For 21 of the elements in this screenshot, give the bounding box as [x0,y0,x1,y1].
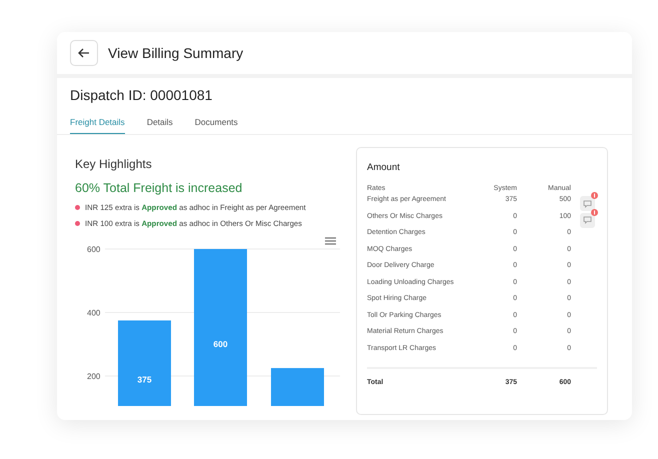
alert-badge-icon [591,208,598,216]
axis-tick-label: 400 [87,308,100,318]
tab[interactable]: Freight Details [70,113,125,134]
card-title: Amount [367,162,401,173]
bar-value-label: 600 [213,339,228,349]
bullet-dot-icon [75,205,80,210]
section-title: Key Highlights [75,157,153,171]
page-title: View Billing Summary [108,45,244,61]
alert-badge-icon [591,192,598,199]
axis-tick-label: 600 [87,245,100,254]
highlight-headline: 60% Total Freight is increased [75,181,244,195]
bar [271,368,324,406]
dispatch-id: Dispatch ID: 00001081 [69,86,214,103]
tab[interactable]: Details [146,113,173,134]
back-arrow-icon [78,48,90,58]
tab[interactable]: Documents [194,113,238,134]
axis-tick-label: 200 [87,372,100,381]
back-button[interactable] [70,40,98,66]
menu-icon[interactable] [325,237,336,245]
bullet-dot-icon [75,221,80,226]
bar-value-label: 375 [137,374,152,385]
